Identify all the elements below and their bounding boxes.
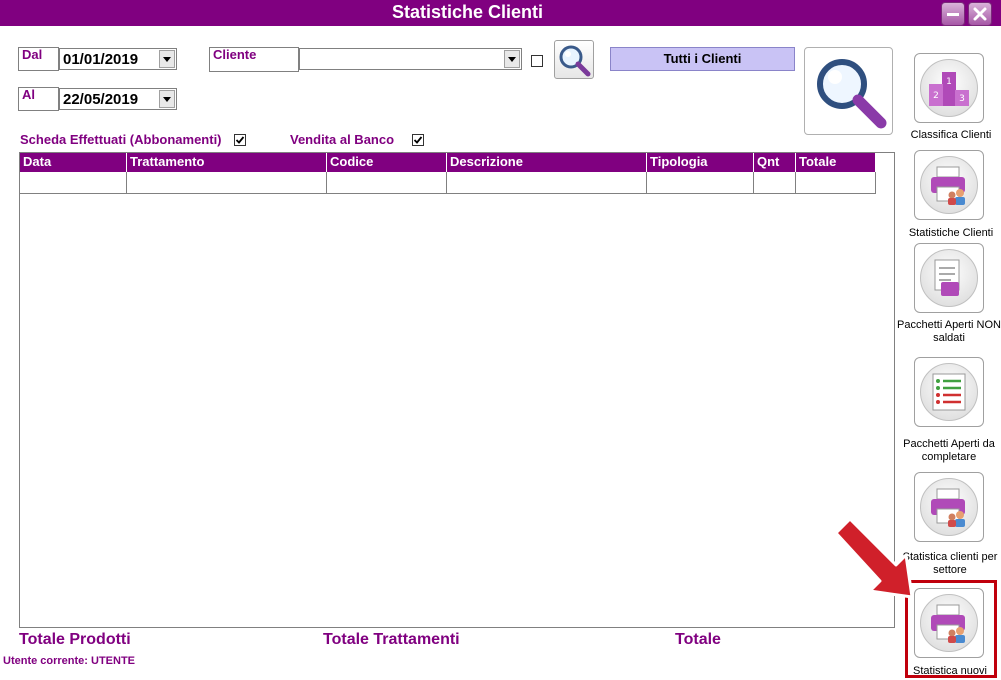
classifica-clienti-label: Classifica Clienti — [910, 129, 992, 141]
minimize-icon — [947, 13, 959, 16]
column-header-descrizione[interactable]: Descrizione — [447, 153, 647, 172]
column-header-data[interactable]: Data — [20, 153, 127, 172]
checkmark-icon — [413, 136, 423, 144]
data-grid[interactable]: Data Trattamento Codice Descrizione Tipo… — [19, 152, 895, 628]
checkmark-icon — [235, 136, 245, 144]
al-date-value: 22/05/2019 — [63, 91, 139, 108]
column-header-tipologia[interactable]: Tipologia — [647, 153, 754, 172]
podium-icon: 1 2 3 — [929, 72, 969, 106]
dal-label: Dal — [18, 47, 59, 71]
magnifier-icon — [559, 45, 591, 76]
dal-dropdown-arrow[interactable] — [159, 50, 175, 68]
pacchetti-non-saldati-label: Pacchetti Aperti NON saldati — [897, 319, 1001, 344]
chevron-down-icon — [508, 56, 516, 62]
totale-prodotti-label: Totale Prodotti — [19, 631, 131, 648]
svg-text:2: 2 — [933, 91, 939, 101]
new-row-cell[interactable] — [754, 172, 796, 194]
printer-people-icon — [931, 166, 965, 205]
column-header-qnt[interactable]: Qnt — [754, 153, 796, 172]
close-button[interactable] — [968, 2, 992, 26]
vendita-banco-checkbox[interactable] — [412, 134, 424, 146]
big-search-button[interactable] — [804, 47, 893, 135]
dal-date-combo[interactable]: 01/01/2019 — [59, 48, 177, 70]
column-header-totale[interactable]: Totale — [796, 153, 876, 172]
vendita-banco-label: Vendita al Banco — [290, 132, 395, 147]
svg-text:1: 1 — [946, 77, 952, 87]
chevron-down-icon — [163, 96, 171, 102]
tutti-clienti-button[interactable]: Tutti i Clienti — [610, 47, 795, 71]
svg-text:3: 3 — [959, 94, 965, 104]
pointer-arrow-icon — [834, 517, 914, 599]
documents-icon — [934, 259, 960, 296]
statistiche-clienti-label: Statistiche Clienti — [908, 227, 994, 239]
totale-trattamenti-label: Totale Trattamenti — [323, 631, 460, 648]
pacchetti-da-completare-label: Pacchetti Aperti da completare — [903, 438, 995, 463]
new-row-cell[interactable] — [796, 172, 876, 194]
al-label: Al — [18, 87, 59, 111]
classifica-clienti-button[interactable]: 1 2 3 — [914, 53, 984, 123]
current-user-label: Utente corrente: UTENTE — [3, 655, 136, 667]
statistica-clienti-settore-button[interactable] — [914, 472, 984, 542]
cliente-combo[interactable] — [299, 48, 522, 70]
new-row-cell[interactable] — [20, 172, 127, 194]
column-header-trattamento[interactable]: Trattamento — [127, 153, 327, 172]
new-row-cell[interactable] — [647, 172, 754, 194]
title-bar: Statistiche Clienti — [0, 0, 1001, 26]
al-dropdown-arrow[interactable] — [159, 90, 175, 108]
dal-date-value: 01/01/2019 — [63, 51, 139, 68]
pacchetti-da-completare-button[interactable] — [914, 357, 984, 427]
magnifier-icon — [816, 59, 886, 129]
new-row-cell[interactable] — [447, 172, 647, 194]
statistiche-clienti-window: Statistiche Clienti Dal 01/01/2019 Al 22… — [0, 0, 1001, 680]
cliente-label: Cliente — [209, 47, 299, 72]
minimize-button[interactable] — [941, 2, 965, 26]
pacchetti-non-saldati-button[interactable] — [914, 243, 984, 313]
cliente-dropdown-arrow[interactable] — [504, 50, 520, 68]
new-row-cell[interactable] — [327, 172, 447, 194]
new-row-cell[interactable] — [127, 172, 327, 194]
statistiche-clienti-button[interactable] — [914, 150, 984, 220]
window-title: Statistiche Clienti — [391, 2, 544, 22]
totale-label: Totale — [675, 631, 721, 648]
scheda-effettuati-label: Scheda Effettuati (Abbonamenti) — [20, 132, 222, 147]
cliente-checkbox[interactable] — [531, 55, 543, 67]
chevron-down-icon — [163, 56, 171, 62]
checklist-icon — [932, 373, 966, 411]
printer-people-icon — [931, 488, 965, 527]
search-button[interactable] — [554, 40, 594, 79]
close-icon — [973, 7, 987, 21]
column-header-codice[interactable]: Codice — [327, 153, 447, 172]
scheda-effettuati-checkbox[interactable] — [234, 134, 246, 146]
al-date-combo[interactable]: 22/05/2019 — [59, 88, 177, 110]
